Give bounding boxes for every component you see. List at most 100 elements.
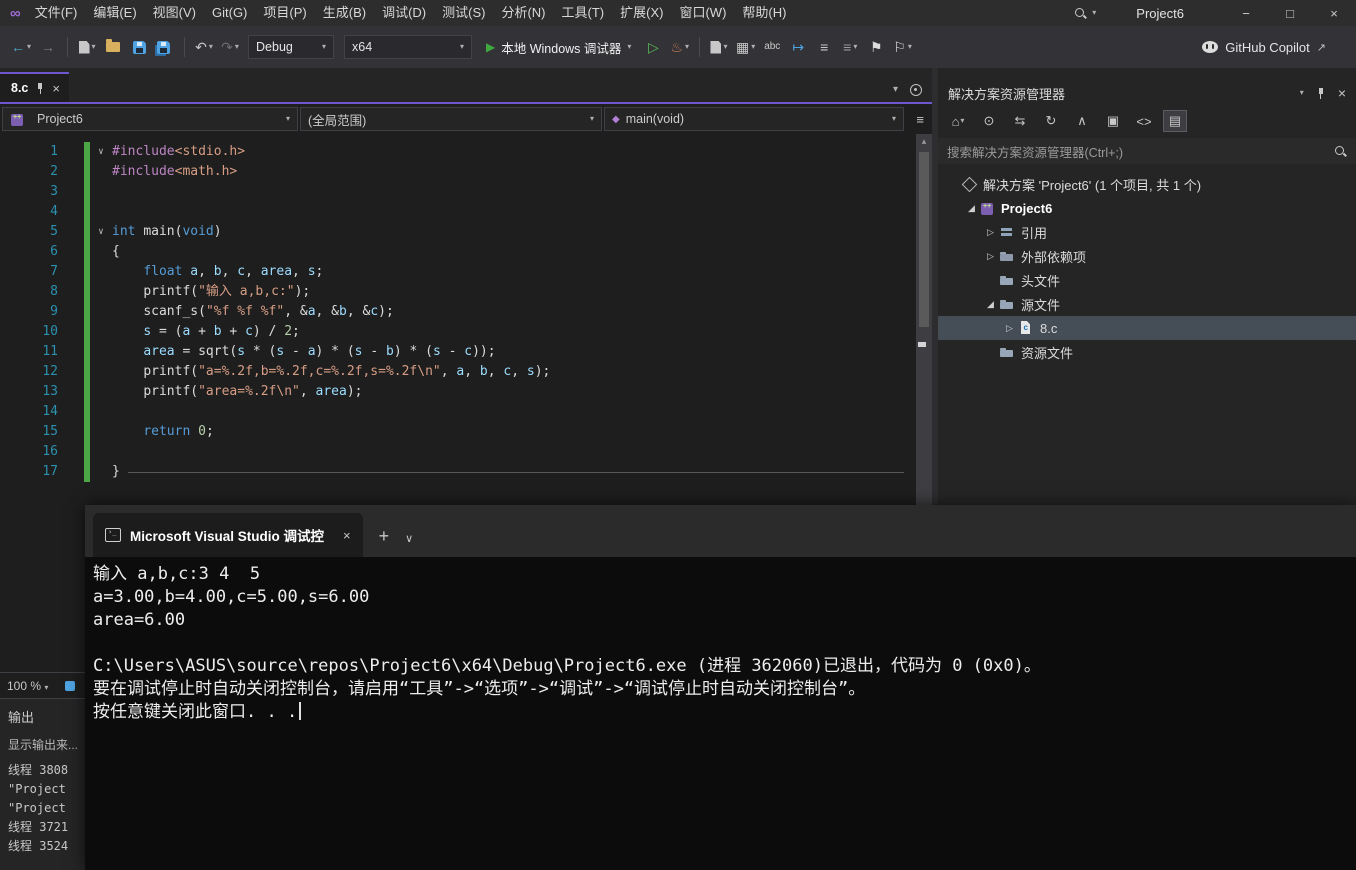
start-without-debugging-button[interactable]: ▷: [641, 34, 665, 60]
menu-item[interactable]: Git(G): [204, 0, 255, 26]
fold-marker[interactable]: ∨: [90, 222, 112, 242]
navigate-to-button[interactable]: ↦: [786, 34, 810, 60]
navigate-forward-button[interactable]: →: [36, 34, 60, 60]
bookmark-window-button[interactable]: ⚐ ▾: [890, 34, 915, 60]
new-editor-window-button[interactable]: ▾: [707, 34, 731, 60]
undo-button[interactable]: ↶ ▾: [192, 34, 216, 60]
code-line[interactable]: 7 float a, b, c, area, s;: [0, 262, 916, 282]
code-line[interactable]: 11 area = sqrt(s * (s - a) * (s - b) * (…: [0, 342, 916, 362]
menu-item[interactable]: 项目(P): [255, 0, 314, 26]
minimize-button[interactable]: −: [1224, 0, 1268, 26]
save-button[interactable]: [127, 34, 151, 60]
panel-pin-icon[interactable]: [1316, 87, 1326, 100]
toggle-bookmark-button[interactable]: ⚑: [864, 34, 888, 60]
open-file-button[interactable]: [101, 34, 125, 60]
code-line[interactable]: 2 #include<math.h>: [0, 162, 916, 182]
close-tab-icon[interactable]: ×: [52, 81, 60, 96]
tree-item[interactable]: ◢ 源文件: [938, 292, 1356, 316]
menu-item[interactable]: 工具(T): [554, 0, 613, 26]
refresh-button[interactable]: ↻: [1039, 110, 1063, 132]
project-dropdown[interactable]: Project6 ▾: [2, 107, 298, 131]
code-line[interactable]: 15 return 0;: [0, 422, 916, 442]
solution-platforms-dropdown[interactable]: x64 ▾: [344, 35, 473, 59]
menu-item[interactable]: 生成(B): [315, 0, 374, 26]
menu-item[interactable]: 扩展(X): [612, 0, 671, 26]
indent-guides-button[interactable]: ≡ ▾: [838, 34, 862, 60]
properties-button[interactable]: ▣: [1101, 110, 1125, 132]
sync-with-active-document-button[interactable]: ⇆: [1008, 110, 1032, 132]
split-editor-icon[interactable]: ≡: [910, 112, 930, 127]
tree-item[interactable]: ▷ 外部依赖项: [938, 244, 1356, 268]
new-tab-button[interactable]: [379, 526, 390, 547]
menu-item[interactable]: 调试(D): [374, 0, 434, 26]
tree-item[interactable]: 头文件: [938, 268, 1356, 292]
collapsed-arrow-icon[interactable]: ▷: [982, 251, 999, 262]
menu-item[interactable]: 帮助(H): [734, 0, 794, 26]
scope-dropdown[interactable]: (全局范围) ▾: [300, 107, 602, 131]
save-all-button[interactable]: [153, 34, 177, 60]
tab-8c[interactable]: 8.c ×: [0, 72, 69, 102]
preview-selected-items-toggle[interactable]: ▤: [1163, 110, 1187, 132]
document-health-icon[interactable]: [65, 680, 76, 691]
tree-item[interactable]: ◢ Project6: [938, 196, 1356, 220]
navigate-backward-button[interactable]: ← ▾: [8, 34, 34, 60]
menu-item[interactable]: 测试(S): [434, 0, 493, 26]
maximize-button[interactable]: □: [1268, 0, 1312, 26]
menu-item[interactable]: 窗口(W): [671, 0, 734, 26]
console-output[interactable]: 输入 a,b,c:3 4 5 a=3.00,b=4.00,c=5.00,s=6.0…: [85, 557, 1356, 870]
code-line[interactable]: 13 printf("area=%.2f\n", area);: [0, 382, 916, 402]
code-line[interactable]: 16: [0, 442, 916, 462]
code-line[interactable]: 17}: [0, 462, 916, 482]
new-project-button[interactable]: ▾: [75, 34, 99, 60]
scroll-up-arrow-icon[interactable]: ▴: [916, 136, 932, 147]
document-list-chevron-icon[interactable]: ▾: [893, 85, 898, 95]
hot-reload-button[interactable]: ♨ ▾: [667, 34, 692, 60]
pending-changes-filter-button[interactable]: ⊙: [977, 110, 1001, 132]
spell-checker-button[interactable]: abc: [760, 34, 784, 60]
fold-marker[interactable]: ∨: [90, 142, 112, 162]
code-line[interactable]: 12 printf("a=%.2f,b=%.2f,c=%.2f,s=%.2f\n…: [0, 362, 916, 382]
zoom-dropdown[interactable]: 100 % ▾: [7, 679, 48, 693]
code-line[interactable]: 8 printf("输入 a,b,c:");: [0, 282, 916, 302]
window-layout-button[interactable]: ▦ ▾: [733, 34, 758, 60]
tree-item[interactable]: ▷ 8.c: [938, 316, 1356, 340]
member-dropdown[interactable]: ◆ main(void) ▾: [604, 107, 904, 131]
code-area[interactable]: 1 ∨ #include<stdio.h> 2 #include<math.h> 3 4 5 ∨…: [0, 142, 916, 482]
collapsed-arrow-icon[interactable]: ▷: [982, 227, 999, 238]
code-line[interactable]: 10 s = (a + b + c) / 2;: [0, 322, 916, 342]
console-tab-close-icon[interactable]: ×: [343, 528, 351, 543]
collapsed-arrow-icon[interactable]: ▷: [1001, 323, 1018, 334]
code-line[interactable]: 3: [0, 182, 916, 202]
code-line[interactable]: 6{: [0, 242, 916, 262]
redo-button[interactable]: ↷ ▾: [218, 34, 242, 60]
collapse-all-button[interactable]: ∧: [1070, 110, 1094, 132]
switch-views-button[interactable]: ⌂ ▾: [946, 110, 970, 132]
panel-close-icon[interactable]: ×: [1338, 85, 1346, 101]
show-whitespace-button[interactable]: ≡: [812, 34, 836, 60]
menu-item[interactable]: 文件(F): [27, 0, 86, 26]
menu-item[interactable]: 编辑(E): [85, 0, 144, 26]
scrollbar-thumb[interactable]: [919, 152, 929, 327]
expanded-arrow-icon[interactable]: ◢: [963, 203, 980, 214]
panel-menu-chevron-icon[interactable]: ▾: [1300, 89, 1304, 97]
pin-icon[interactable]: [35, 82, 45, 95]
tree-item[interactable]: 解决方案 'Project6' (1 个项目, 共 1 个): [938, 172, 1356, 196]
editor-settings-gear-icon[interactable]: [910, 84, 922, 96]
tree-item[interactable]: ▷ 引用: [938, 220, 1356, 244]
search-button[interactable]: ▾: [1064, 7, 1106, 20]
tree-item[interactable]: 资源文件: [938, 340, 1356, 364]
console-tab[interactable]: Microsoft Visual Studio 调试控 ×: [93, 513, 363, 557]
code-line[interactable]: 4: [0, 202, 916, 222]
code-line[interactable]: 1 ∨ #include<stdio.h>: [0, 142, 916, 162]
solution-configurations-dropdown[interactable]: Debug ▾: [248, 35, 335, 59]
expanded-arrow-icon[interactable]: ◢: [982, 299, 999, 310]
tab-list-chevron-icon[interactable]: [405, 532, 413, 545]
close-button[interactable]: ×: [1312, 0, 1356, 26]
code-line[interactable]: 14: [0, 402, 916, 422]
code-line[interactable]: 9 scanf_s("%f %f %f", &a, &b, &c);: [0, 302, 916, 322]
view-code-button[interactable]: <>: [1132, 110, 1156, 132]
menu-item[interactable]: 分析(N): [493, 0, 553, 26]
code-line[interactable]: 5 ∨ int main(void): [0, 222, 916, 242]
menu-item[interactable]: 视图(V): [145, 0, 204, 26]
start-debugging-button[interactable]: ▶ 本地 Windows 调试器 ▾: [478, 34, 639, 60]
